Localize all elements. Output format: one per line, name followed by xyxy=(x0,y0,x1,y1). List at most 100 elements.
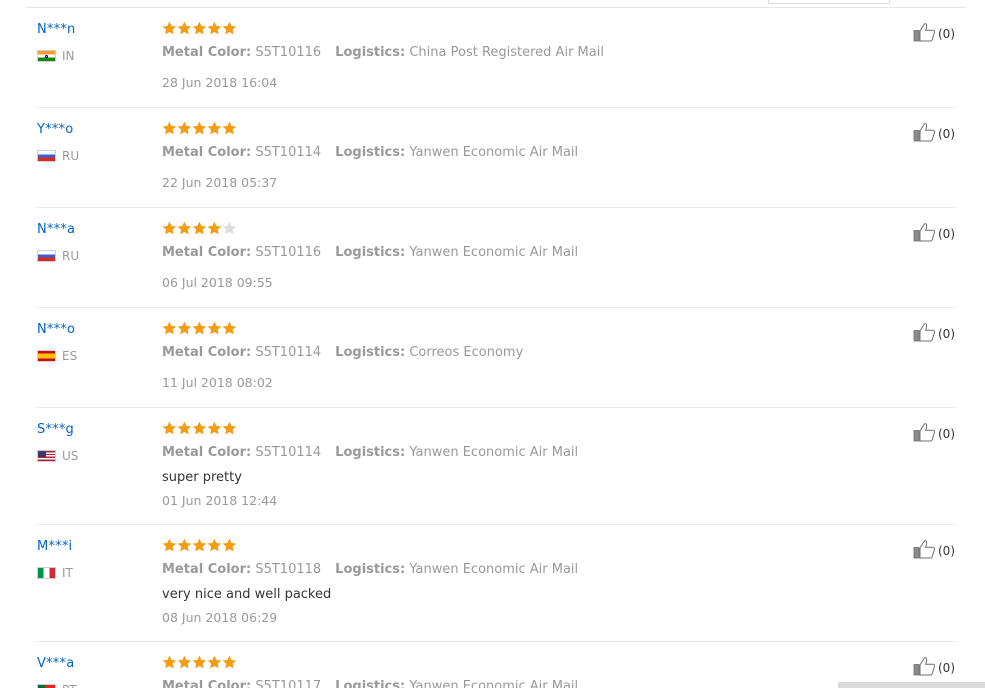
helpful-count: (0) xyxy=(938,327,955,341)
logistics-label: Logistics: xyxy=(335,445,406,460)
review-date: 06 Jul 2018 09:55 xyxy=(162,275,273,290)
thumbs-up-icon xyxy=(913,322,936,346)
star-rating xyxy=(162,655,236,669)
country-code: ES xyxy=(62,349,78,363)
star-filled-icon xyxy=(162,655,177,669)
russia-flag-icon xyxy=(37,250,56,262)
metal-color-value: S5T10114 xyxy=(255,145,322,160)
usa-flag-icon xyxy=(37,450,56,462)
metal-color-value: S5T10117 xyxy=(255,679,322,688)
logistics-value: Yanwen Economic Air Mail xyxy=(409,679,579,688)
review-meta: Metal Color: S5T10116 Logistics: China Po… xyxy=(162,45,604,60)
star-filled-icon xyxy=(192,321,206,335)
thumbs-up-icon xyxy=(913,222,936,246)
reviewer-country: RU xyxy=(37,149,79,163)
reviews-page: N***n IN Metal Color: S5T10116 Logistics:… xyxy=(0,0,985,688)
review-date: 11 Jul 2018 08:02 xyxy=(162,375,273,390)
country-code: IT xyxy=(62,566,73,580)
star-filled-icon xyxy=(177,421,192,435)
reviewer-country: US xyxy=(37,449,78,463)
review-meta: Metal Color: S5T10114 Logistics: Correos … xyxy=(162,345,523,360)
review-date: 28 Jun 2018 16:04 xyxy=(162,75,278,90)
review-date: 22 Jun 2018 05:37 xyxy=(162,175,278,190)
reviewer-country: IT xyxy=(37,566,73,580)
metal-color-label: Metal Color: xyxy=(162,562,252,577)
star-rating xyxy=(162,538,236,552)
italy-flag-icon xyxy=(37,567,56,579)
metal-color-label: Metal Color: xyxy=(162,679,252,688)
portugal-flag-icon xyxy=(37,684,56,688)
india-flag-icon xyxy=(37,50,56,62)
helpful-button[interactable]: (0) xyxy=(913,539,955,563)
star-filled-icon xyxy=(192,655,206,669)
review-separator xyxy=(36,524,956,525)
reviewer-name: N***a xyxy=(37,222,76,237)
star-filled-icon xyxy=(192,538,206,552)
star-filled-icon xyxy=(222,321,236,335)
helpful-count: (0) xyxy=(938,227,955,241)
country-code: RU xyxy=(62,149,80,163)
logistics-label: Logistics: xyxy=(335,245,406,260)
helpful-count: (0) xyxy=(938,27,955,41)
horizontal-scrollbar[interactable] xyxy=(838,682,985,688)
metal-color-value: S5T10116 xyxy=(255,245,322,260)
reviewer-name: N***o xyxy=(37,322,76,337)
reviewer-country: IN xyxy=(37,49,75,63)
star-rating xyxy=(162,21,236,35)
reviewer-name: M***i xyxy=(37,539,73,554)
star-filled-icon xyxy=(222,21,236,35)
logistics-value: Yanwen Economic Air Mail xyxy=(409,562,579,577)
reviewer-country: PT xyxy=(37,683,77,688)
star-empty-icon xyxy=(222,221,236,235)
thumbs-up-icon xyxy=(913,422,936,446)
russia-flag-icon xyxy=(37,150,56,162)
country-code: US xyxy=(62,449,79,463)
helpful-button[interactable]: (0) xyxy=(913,422,955,446)
star-filled-icon xyxy=(177,21,192,35)
top-divider xyxy=(27,7,965,8)
helpful-button[interactable]: (0) xyxy=(913,656,955,680)
helpful-button[interactable]: (0) xyxy=(913,122,955,146)
logistics-value: Correos Economy xyxy=(409,345,524,360)
review-meta: Metal Color: S5T10116 Logistics: Yanwen E… xyxy=(162,245,578,260)
review-comment: super pretty xyxy=(162,470,242,485)
star-filled-icon xyxy=(162,121,177,135)
sort-select[interactable] xyxy=(768,0,890,4)
logistics-label: Logistics: xyxy=(335,562,406,577)
star-filled-icon xyxy=(222,421,236,435)
metal-color-label: Metal Color: xyxy=(162,145,252,160)
star-filled-icon xyxy=(192,121,206,135)
review-separator xyxy=(36,641,956,642)
helpful-button[interactable]: (0) xyxy=(913,322,955,346)
helpful-count: (0) xyxy=(938,127,955,141)
logistics-value: Yanwen Economic Air Mail xyxy=(409,445,579,460)
reviewer-name: S***g xyxy=(37,422,75,437)
metal-color-label: Metal Color: xyxy=(162,45,252,60)
logistics-label: Logistics: xyxy=(335,145,406,160)
country-code: IN xyxy=(62,49,75,63)
metal-color-label: Metal Color: xyxy=(162,445,252,460)
star-filled-icon xyxy=(207,655,221,669)
reviewer-name: Y***o xyxy=(37,122,74,137)
helpful-button[interactable]: (0) xyxy=(913,222,955,246)
star-filled-icon xyxy=(162,221,177,235)
country-code: RU xyxy=(62,249,80,263)
star-filled-icon xyxy=(207,121,221,135)
star-filled-icon xyxy=(162,538,177,552)
star-filled-icon xyxy=(207,321,221,335)
metal-color-value: S5T10116 xyxy=(255,45,322,60)
star-filled-icon xyxy=(177,655,192,669)
india-flag-chakra xyxy=(45,54,48,58)
thumbs-up-icon xyxy=(913,122,936,146)
star-filled-icon xyxy=(207,538,221,552)
star-filled-icon xyxy=(192,21,206,35)
metal-color-value: S5T10114 xyxy=(255,445,322,460)
star-filled-icon xyxy=(222,538,236,552)
star-rating xyxy=(162,221,236,235)
us-flag-canton xyxy=(38,451,46,457)
review-meta: Metal Color: S5T10118 Logistics: Yanwen E… xyxy=(162,562,578,577)
reviewer-name: V***a xyxy=(37,656,75,671)
helpful-button[interactable]: (0) xyxy=(913,22,955,46)
country-code: PT xyxy=(62,683,77,688)
thumbs-up-icon xyxy=(913,539,936,563)
